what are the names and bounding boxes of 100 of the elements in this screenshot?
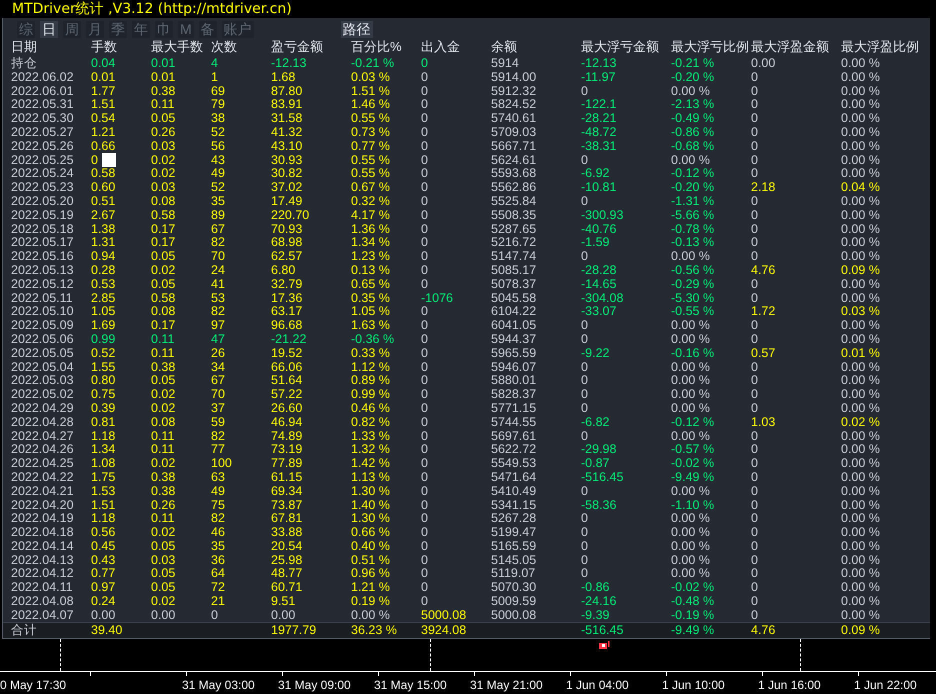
table-cell: 1.13 % xyxy=(351,470,390,484)
table-cell: 0.03 % xyxy=(841,304,880,318)
table-cell: 0.00 % xyxy=(671,152,710,167)
tab[interactable]: 综 xyxy=(17,20,35,38)
table-cell: 0 xyxy=(421,235,428,250)
table-cell: 0.00 % xyxy=(841,360,880,374)
table-cell: 0 xyxy=(421,84,428,98)
table-cell: 2022.04.29 xyxy=(11,400,74,415)
table-cell: 0.17 xyxy=(151,235,176,250)
table-cell: 0 xyxy=(421,222,428,236)
table-cell: 0.11 xyxy=(151,346,174,360)
table-cell: 5009.59 xyxy=(491,594,536,608)
table-cell: 1.51 % xyxy=(351,84,390,98)
table-cell: 1.21 % xyxy=(351,580,390,594)
tab[interactable]: 账户 xyxy=(222,20,254,38)
table-cell: 2022.04.25 xyxy=(11,456,74,470)
table-cell: 47 xyxy=(211,332,225,346)
table-cell: -1.10 % xyxy=(671,498,714,512)
table-cell: 5199.47 xyxy=(491,525,536,540)
table-cell: 0.97 xyxy=(91,580,116,594)
table-cell: 0.00 % xyxy=(841,580,880,594)
table-cell: -0.21 % xyxy=(671,56,714,70)
table-cell: 1.69 xyxy=(91,318,116,332)
table-cell: 38 xyxy=(211,111,225,126)
table-cell: 5697.61 xyxy=(491,428,536,443)
tab[interactable]: 备 xyxy=(198,20,217,38)
table-cell: 1.75 xyxy=(91,470,116,484)
table-cell: 0 xyxy=(581,428,588,443)
tab[interactable]: 周 xyxy=(63,20,81,38)
table-cell: 0.77 xyxy=(91,566,116,580)
table-cell: 5624.61 xyxy=(491,152,536,167)
table-cell: 69 xyxy=(211,84,225,98)
time-label: 1 Jun 22:00 xyxy=(854,678,917,692)
table-cell: 5914 xyxy=(491,56,519,70)
table-cell: 0 xyxy=(421,442,428,456)
table-cell: 2022.05.11 xyxy=(11,290,73,305)
table-cell: 0.26 xyxy=(151,124,176,139)
table-cell: 0 xyxy=(421,498,428,512)
table-cell: 74.89 xyxy=(271,428,302,443)
table-cell: 2022.06.02 xyxy=(11,70,74,84)
table-cell: 70 xyxy=(211,387,225,402)
table-cell: 2022.04.12 xyxy=(11,566,74,580)
table-cell: 0 xyxy=(581,84,588,98)
table-cell: 1.40 % xyxy=(351,498,390,512)
table-cell: 5216.72 xyxy=(491,235,536,250)
time-label: 1 Jun 10:00 xyxy=(662,678,725,692)
table-cell: 21 xyxy=(211,594,225,608)
time-label: 0 May 17:30 xyxy=(0,678,66,692)
table-cell: 0.11 xyxy=(151,332,174,346)
table-cell: 0.02 xyxy=(151,152,176,167)
path-button[interactable]: 路径 xyxy=(340,20,373,38)
tab[interactable]: 年 xyxy=(132,20,150,38)
table-cell: 0.11 xyxy=(151,97,174,112)
table-cell: 0.02 xyxy=(151,400,176,415)
table-cell: 2022.05.23 xyxy=(11,180,74,194)
table-cell: 70.93 xyxy=(271,222,302,236)
table-cell: -300.93 xyxy=(581,208,624,222)
table-cell: 0.00 % xyxy=(841,332,880,346)
table-cell: -38.31 xyxy=(581,138,616,153)
tab[interactable]: 季 xyxy=(109,20,127,38)
table-cell: 5078.37 xyxy=(491,276,536,291)
table-cell: 5165.59 xyxy=(491,538,536,553)
table-cell: 5744.55 xyxy=(491,414,536,429)
table-cell: 0.02 xyxy=(151,525,176,540)
window-title: MTDriver统计 ,V3.12 (http://mtdriver.cn) xyxy=(12,1,292,17)
table-cell: 0.02 xyxy=(151,387,176,402)
table-cell: 0.00 % xyxy=(841,56,880,70)
table-cell: 0.01 xyxy=(91,70,116,84)
table-cell: 5341.15 xyxy=(491,498,536,512)
table-cell: 2022.04.08 xyxy=(11,594,74,608)
table-cell: 0.00 % xyxy=(841,608,880,622)
table-cell: 0 xyxy=(751,166,758,180)
column-header: 最大浮亏比例 xyxy=(671,39,750,55)
table-cell: -0.19 % xyxy=(671,608,714,622)
table-cell: 0.77 % xyxy=(351,138,390,153)
table-cell: 0.00 % xyxy=(671,84,710,98)
table-cell: 39.40 xyxy=(91,622,122,637)
table-cell: 5085.17 xyxy=(491,262,536,277)
table-cell: 0 xyxy=(751,194,758,208)
table-cell: 2022.04.19 xyxy=(11,511,74,526)
table-cell: 0.99 % xyxy=(351,387,390,402)
table-cell: 0.00 % xyxy=(841,566,880,580)
table-cell: 0.02 xyxy=(151,594,176,608)
table-cell: 2022.05.31 xyxy=(11,97,74,112)
tab[interactable]: M xyxy=(178,20,194,38)
tab[interactable]: 巾 xyxy=(155,20,173,38)
tab[interactable]: 日 xyxy=(40,20,58,38)
table-cell: 0 xyxy=(751,538,758,553)
tab[interactable]: 月 xyxy=(86,20,104,38)
column-header: 最大浮盈比例 xyxy=(841,39,920,55)
table-cell: -28.21 xyxy=(581,111,616,126)
table-cell: 0.08 xyxy=(151,194,176,208)
table-cell: 0.00 % xyxy=(671,552,710,567)
table-cell: 5410.49 xyxy=(491,484,536,498)
table-cell: 5912.32 xyxy=(491,84,536,98)
table-cell: 1.63 % xyxy=(351,318,390,332)
table-cell: 0 xyxy=(421,166,428,180)
table-cell: 96.68 xyxy=(271,318,302,332)
table-cell: 0 xyxy=(751,360,758,374)
table-cell: 2022.05.04 xyxy=(11,360,74,374)
